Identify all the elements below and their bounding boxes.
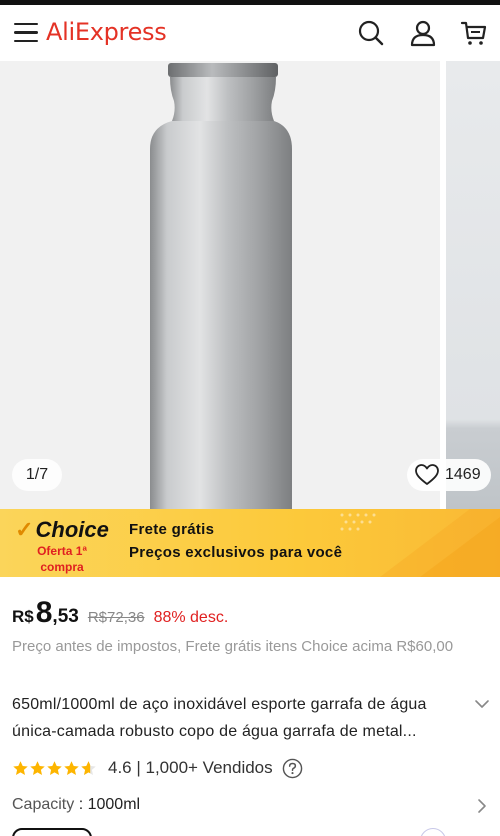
rating-row[interactable]: 4.6 | 1,000+ Vendidos bbox=[12, 756, 303, 780]
capacity-value: 1000ml bbox=[87, 796, 141, 813]
exclusive-prices-text: Preços exclusivos para você bbox=[129, 544, 343, 561]
star-full-icon bbox=[13, 760, 28, 775]
rating-stars bbox=[12, 760, 97, 777]
discount-badge: 88% desc. bbox=[153, 609, 229, 626]
aliexpress-logo[interactable]: AliExpress bbox=[46, 18, 167, 46]
capacity-label: Capacity bbox=[12, 796, 75, 813]
original-price: R$72,36 bbox=[87, 609, 145, 626]
price-decimal: ,53 bbox=[52, 606, 79, 627]
help-icon[interactable] bbox=[282, 758, 303, 779]
heart-icon bbox=[415, 464, 439, 485]
search-icon[interactable] bbox=[357, 19, 385, 47]
capacity-selector[interactable]: Capacity : 1000ml bbox=[12, 796, 140, 814]
color-option[interactable] bbox=[420, 828, 446, 836]
choice-banner[interactable]: ✓ Choice Oferta 1ª compra Frete grátis P… bbox=[0, 509, 500, 577]
choice-benefits: Frete grátis Preços exclusivos para você bbox=[129, 521, 342, 561]
image-page-indicator: 1/7 bbox=[12, 459, 62, 491]
first-purchase-offer-line2: compra bbox=[40, 560, 84, 574]
star-full-icon bbox=[64, 760, 79, 775]
star-full-icon bbox=[47, 760, 62, 775]
rating-and-sales: 4.6 | 1,000+ Vendidos bbox=[108, 758, 273, 777]
header: AliExpress bbox=[0, 5, 500, 61]
price-note: Preço antes de impostos, Frete grátis it… bbox=[12, 638, 454, 655]
menu-icon[interactable] bbox=[14, 23, 38, 43]
choice-logo: ✓ Choice bbox=[15, 517, 109, 542]
chevron-right-icon[interactable] bbox=[475, 798, 489, 814]
bottle-illustration bbox=[150, 63, 292, 509]
favorites-count: 1469 bbox=[445, 466, 481, 483]
star-full-icon bbox=[30, 760, 45, 775]
capacity-separator: : bbox=[74, 796, 88, 813]
star-half-icon bbox=[81, 760, 96, 775]
chevron-down-icon[interactable] bbox=[474, 696, 490, 712]
free-shipping-text: Frete grátis bbox=[129, 521, 215, 538]
capacity-option[interactable] bbox=[12, 828, 92, 836]
user-icon[interactable] bbox=[409, 19, 437, 47]
first-purchase-offer: Oferta 1ª bbox=[37, 544, 87, 558]
cart-icon[interactable] bbox=[460, 19, 488, 47]
product-gallery[interactable]: 1/7 1469 bbox=[0, 61, 500, 509]
check-icon: ✓ bbox=[15, 517, 34, 542]
product-image[interactable] bbox=[0, 61, 440, 509]
favorite-button[interactable]: 1469 bbox=[407, 459, 491, 491]
choice-badge: ✓ Choice Oferta 1ª compra bbox=[12, 517, 112, 575]
next-product-image[interactable] bbox=[446, 61, 500, 509]
price-currency: R$ bbox=[12, 607, 34, 626]
price-integer: 8 bbox=[35, 596, 53, 629]
price-row: R$ 8 ,53 R$72,36 88% desc. bbox=[12, 596, 228, 630]
product-title[interactable]: 650ml/1000ml de aço inoxidável esporte g… bbox=[12, 691, 462, 745]
